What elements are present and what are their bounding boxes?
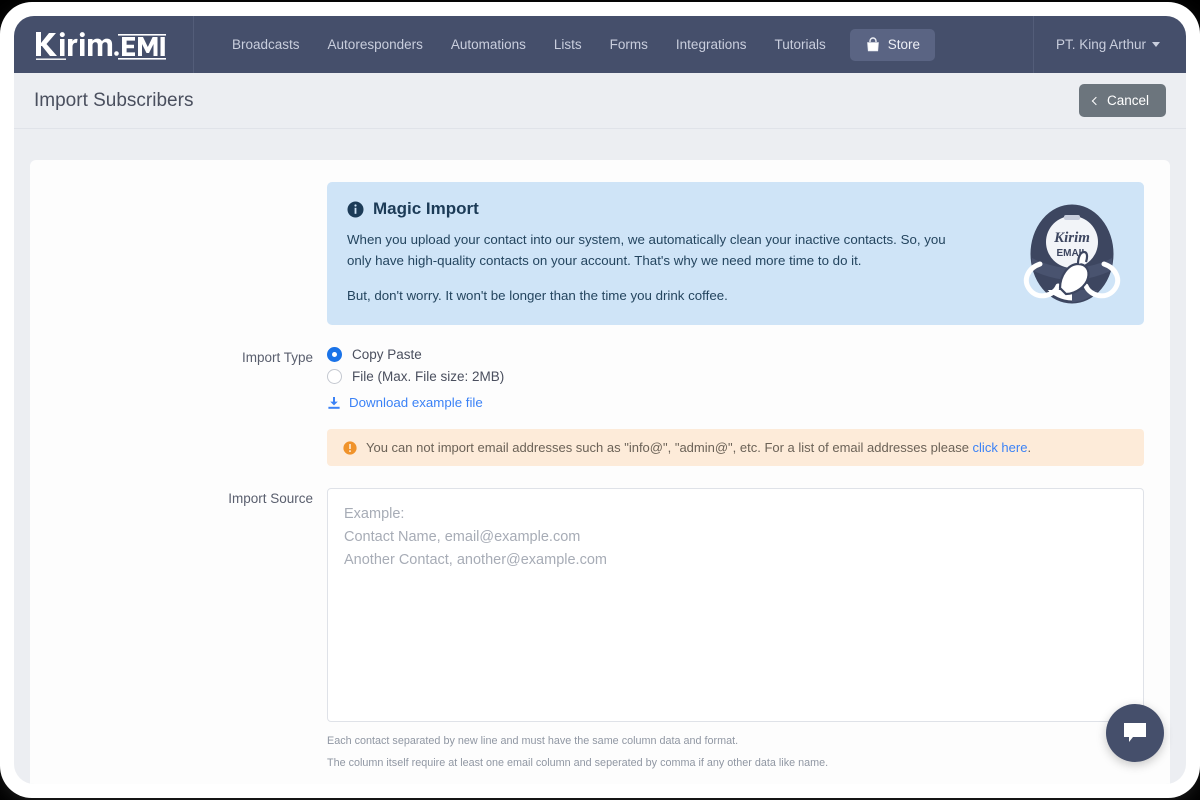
warning-text-before: You can not import email addresses such … (366, 440, 973, 455)
shopping-bag-icon (866, 36, 879, 51)
download-example-file-link[interactable]: Download example file (327, 395, 1144, 410)
warning-text-after: . (1027, 440, 1032, 455)
page-header-bar: Import Subscribers Cancel (14, 73, 1186, 129)
kirim-email-egg-mascot-icon: Kirim EMAIL (1023, 204, 1121, 303)
magic-import-row: Magic Import When you upload your contac… (30, 182, 1170, 325)
brand-logo[interactable] (14, 16, 194, 73)
import-type-row: Import Type Copy Paste File (Max. File s… (30, 347, 1170, 466)
import-source-helper-line-2: The column itself require at least one e… (327, 757, 829, 770)
magic-import-title-row: Magic Import (347, 199, 1124, 219)
page-title: Import Subscribers (34, 89, 194, 111)
email-restriction-warning: You can not import email addresses such … (327, 429, 1144, 466)
chevron-left-icon (1091, 96, 1101, 105)
import-source-textarea[interactable] (327, 488, 1144, 722)
store-label: Store (887, 37, 921, 52)
import-source-helper-line-1: Each contact separated by new line and m… (327, 735, 739, 747)
import-type-label: Import Type (241, 350, 313, 365)
radio-copy-paste-label: Copy Paste (352, 347, 422, 362)
magic-import-banner: Magic Import When you upload your contac… (327, 182, 1144, 325)
import-form-card: Magic Import When you upload your contac… (30, 160, 1170, 784)
nav-link-tutorials[interactable]: Tutorials (760, 29, 839, 60)
magic-import-title: Magic Import (373, 199, 479, 218)
nav-link-forms[interactable]: Forms (596, 29, 662, 60)
account-name: PT. King Arthur (1055, 37, 1146, 52)
top-navbar: Broadcasts Autoresponders Automations Li… (14, 16, 1186, 73)
radio-option-file[interactable]: File (Max. File size: 2MB) (327, 369, 1144, 384)
radio-option-copy-paste[interactable]: Copy Paste (327, 347, 1144, 362)
import-source-row: Import Source Each contact separated by … (30, 488, 1170, 772)
cancel-button-label: Cancel (1106, 93, 1149, 108)
nav-link-lists[interactable]: Lists (540, 29, 596, 60)
app-page: Broadcasts Autoresponders Automations Li… (14, 16, 1186, 784)
warning-text: You can not import email addresses such … (366, 440, 1031, 455)
nav-link-autoresponders[interactable]: Autoresponders (314, 29, 437, 60)
radio-file-indicator[interactable] (327, 369, 342, 384)
magic-import-paragraph-1: When you upload your contact into our sy… (347, 232, 946, 268)
warning-click-here-link[interactable]: click here (973, 440, 1028, 455)
svg-text:Kirim: Kirim (1053, 230, 1090, 246)
chat-bubble-icon (1124, 723, 1146, 742)
download-example-file-label: Download example file (349, 395, 483, 410)
cancel-button[interactable]: Cancel (1078, 84, 1166, 117)
magic-import-paragraph-2: But, don't worry. It won't be longer tha… (347, 288, 728, 303)
browser-frame: Broadcasts Autoresponders Automations Li… (6, 8, 1194, 792)
radio-copy-paste-indicator[interactable] (327, 347, 342, 362)
account-menu[interactable]: PT. King Arthur (1032, 16, 1186, 73)
nav-link-integrations[interactable]: Integrations (662, 29, 761, 60)
radio-file-label: File (Max. File size: 2MB) (352, 369, 505, 384)
info-circle-icon (347, 201, 364, 217)
kirim-email-logo-icon (36, 31, 166, 60)
nav-link-broadcasts[interactable]: Broadcasts (218, 29, 314, 60)
chat-widget-button[interactable] (1106, 704, 1164, 762)
download-icon (328, 396, 340, 409)
nav-link-automations[interactable]: Automations (437, 29, 540, 60)
magic-import-spacer (30, 182, 327, 185)
caret-down-icon (1152, 42, 1160, 47)
nav-links: Broadcasts Autoresponders Automations Li… (194, 28, 1033, 61)
store-button[interactable]: Store (849, 28, 936, 61)
import-source-label: Import Source (228, 491, 313, 506)
exclamation-circle-icon (343, 440, 357, 455)
